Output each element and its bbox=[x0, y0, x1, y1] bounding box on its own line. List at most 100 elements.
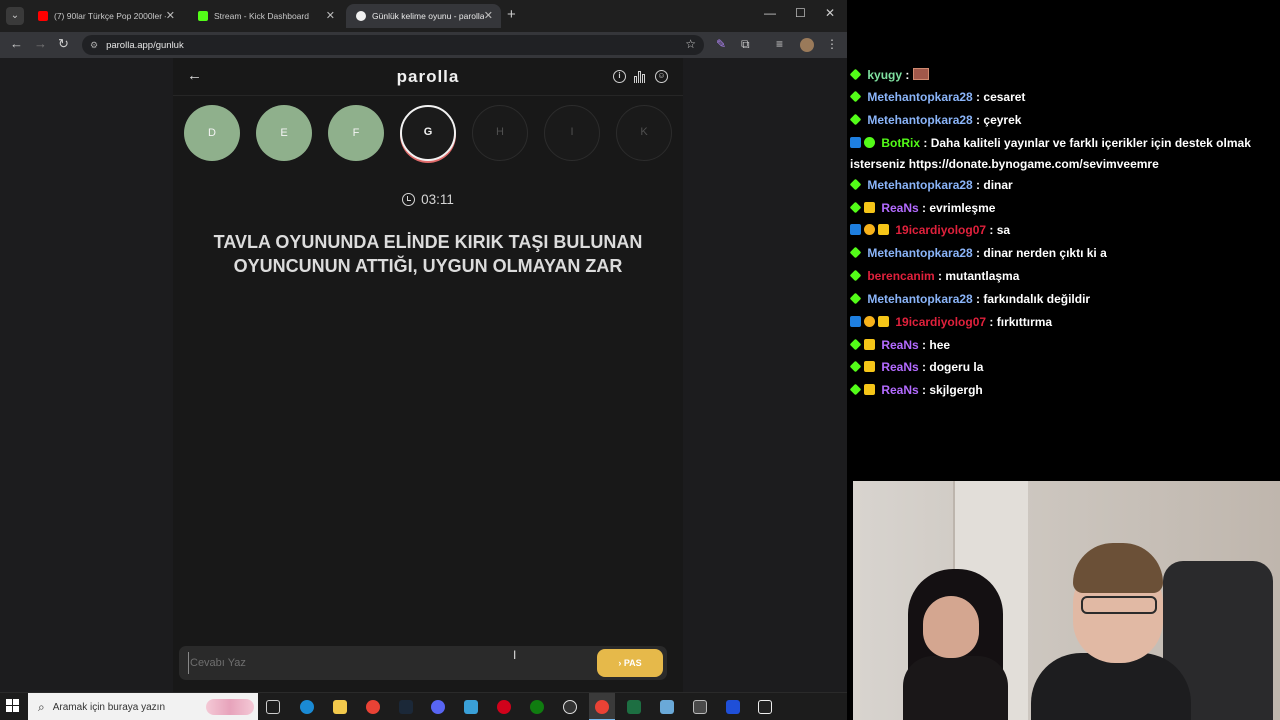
chat-text: farkındalık değildir bbox=[983, 292, 1091, 306]
crown-badge-icon bbox=[864, 339, 875, 350]
chat-message: kyugy : bbox=[849, 65, 1270, 86]
steam-icon[interactable] bbox=[399, 700, 413, 714]
chat-username: ReaNs bbox=[881, 383, 919, 397]
window-close-icon[interactable]: ✕ bbox=[825, 6, 835, 20]
chat-text: dogeru la bbox=[929, 360, 984, 374]
crown-badge-icon bbox=[864, 384, 875, 395]
chat-message: ReaNs : dogeru la bbox=[849, 357, 1270, 378]
reload-icon[interactable]: ↻ bbox=[58, 36, 69, 52]
new-tab-icon[interactable]: + bbox=[507, 6, 516, 23]
chat-username: ReaNs bbox=[881, 201, 919, 215]
obs-icon[interactable] bbox=[563, 700, 577, 714]
profile-icon[interactable]: ☺ bbox=[655, 70, 668, 83]
chat-message: Metehantopkara28 : dinar nerden çıktı ki… bbox=[849, 243, 1270, 264]
avatar[interactable] bbox=[800, 38, 814, 52]
capcut-icon[interactable] bbox=[758, 700, 772, 714]
chat-username: BotRix bbox=[881, 136, 921, 150]
file-explorer-icon[interactable] bbox=[333, 700, 347, 714]
discord-icon[interactable] bbox=[431, 700, 445, 714]
extensions-icon[interactable]: ⧉ bbox=[741, 37, 750, 52]
windows-start-icon[interactable] bbox=[6, 699, 20, 713]
youtube-icon bbox=[38, 11, 48, 21]
app-header: ← parolla i ☺ bbox=[173, 58, 683, 96]
crown-badge-icon bbox=[878, 316, 889, 327]
kick-icon bbox=[198, 11, 208, 21]
answer-input[interactable] bbox=[188, 652, 588, 674]
app-icon[interactable] bbox=[726, 700, 740, 714]
chrome-icon[interactable] bbox=[366, 700, 380, 714]
crown-badge-icon bbox=[864, 202, 875, 213]
address-bar[interactable]: ⚙ parolla.app/gunluk ☆ bbox=[82, 35, 704, 55]
kick-badge-icon bbox=[849, 292, 862, 305]
answer-bar: › PAS bbox=[179, 646, 667, 680]
pass-button[interactable]: › PAS bbox=[597, 649, 663, 677]
edge-icon[interactable] bbox=[300, 700, 314, 714]
question-text: TAVLA OYUNUNDA ELİNDE KIRIK TAŞI BULUNAN… bbox=[213, 232, 643, 276]
chat-text: dinar nerden çıktı ki a bbox=[983, 246, 1107, 260]
windows-taskbar: ⌕ Aramak için buraya yazın bbox=[0, 692, 847, 720]
task-view-icon[interactable] bbox=[266, 700, 280, 714]
sub-badge-icon bbox=[864, 224, 875, 235]
excel-icon[interactable] bbox=[627, 700, 641, 714]
screen: ⌄ (7) 90lar Türkçe Pop 2000ler - Y ✕ Str… bbox=[0, 0, 1280, 720]
webcam-person-left-body bbox=[903, 656, 1008, 720]
taskbar-search[interactable]: ⌕ Aramak için buraya yazın bbox=[28, 693, 258, 720]
pen-extension-icon[interactable]: ✎ bbox=[716, 37, 726, 51]
url-text: parolla.app/gunluk bbox=[106, 39, 184, 51]
minimize-icon[interactable]: — bbox=[764, 6, 776, 20]
search-highlight-image bbox=[206, 699, 254, 715]
stats-icon[interactable] bbox=[634, 70, 647, 83]
chat-text: dinar bbox=[983, 178, 1013, 192]
bot-badge-icon bbox=[850, 224, 861, 235]
close-icon[interactable]: ✕ bbox=[166, 9, 175, 22]
info-icon[interactable]: i bbox=[613, 70, 626, 83]
webcam-glasses bbox=[1081, 596, 1157, 614]
chat-message: ReaNs : skjlgergh bbox=[849, 380, 1270, 401]
tab-kick-dashboard[interactable]: Stream - Kick Dashboard ✕ bbox=[188, 4, 343, 28]
chat-text: sa bbox=[996, 223, 1011, 237]
clock-icon bbox=[402, 193, 416, 206]
xbox-icon[interactable] bbox=[530, 700, 544, 714]
back-icon[interactable]: ← bbox=[10, 36, 23, 51]
store-icon[interactable] bbox=[464, 700, 478, 714]
calculator-icon[interactable] bbox=[693, 700, 707, 714]
chat-username: Metehantopkara28 bbox=[867, 292, 973, 306]
close-icon[interactable]: ✕ bbox=[484, 9, 493, 22]
crown-badge-icon bbox=[878, 224, 889, 235]
chat-username: 19icardiyolog07 bbox=[895, 223, 987, 237]
tab-youtube[interactable]: (7) 90lar Türkçe Pop 2000ler - Y ✕ bbox=[28, 4, 183, 28]
forward-icon[interactable]: → bbox=[34, 36, 47, 51]
sub-badge-icon bbox=[864, 316, 875, 327]
tab-strip: ⌄ (7) 90lar Türkçe Pop 2000ler - Y ✕ Str… bbox=[0, 0, 847, 32]
tab-title: (7) 90lar Türkçe Pop 2000ler - Y bbox=[54, 11, 166, 21]
letter-e: E bbox=[256, 105, 312, 161]
letter-f: F bbox=[328, 105, 384, 161]
opera-icon[interactable] bbox=[497, 700, 511, 714]
letter-k: K bbox=[616, 105, 672, 161]
chat-message: 19icardiyolog07 : sa bbox=[850, 220, 1270, 241]
tab-parolla[interactable]: Günlük kelime oyunu - parolla ✕ bbox=[346, 4, 501, 28]
chat-message: BotRix : Daha kaliteli yayınlar ve farkl… bbox=[850, 136, 1251, 171]
close-icon[interactable]: ✕ bbox=[326, 9, 335, 22]
taskbar-search-placeholder: Aramak için buraya yazın bbox=[52, 701, 166, 713]
chevron-down-icon[interactable]: ⌄ bbox=[6, 7, 24, 25]
media-control-icon[interactable]: ≡ bbox=[776, 37, 783, 51]
chat-message: berencanim : mutantlaşma bbox=[849, 266, 1270, 287]
chat-message: ReaNs : hee bbox=[849, 335, 1270, 356]
chrome-active-icon[interactable] bbox=[595, 700, 609, 714]
maximize-icon[interactable]: ☐ bbox=[795, 6, 806, 20]
chat-username: ReaNs bbox=[881, 360, 919, 374]
chat-message: ReaNs : evrimleşme bbox=[849, 198, 1270, 219]
stream-chat: kyugy : Metehantopkara28 : cesaret Meteh… bbox=[848, 60, 1280, 480]
notepad-icon[interactable] bbox=[660, 700, 674, 714]
chat-text: evrimleşme bbox=[929, 201, 996, 215]
site-info-icon[interactable]: ⚙ bbox=[90, 40, 98, 51]
parolla-app: ← parolla i ☺ D E F G H I K 03:11 TAVLA … bbox=[173, 58, 683, 692]
bookmark-star-icon[interactable]: ☆ bbox=[685, 37, 696, 51]
chat-username: kyugy bbox=[867, 68, 903, 82]
kick-badge-icon bbox=[849, 90, 862, 103]
kick-badge-icon bbox=[849, 68, 862, 81]
webcam-feed bbox=[853, 481, 1280, 720]
menu-icon[interactable]: ⋮ bbox=[826, 37, 838, 51]
chat-text: cesaret bbox=[983, 90, 1026, 104]
